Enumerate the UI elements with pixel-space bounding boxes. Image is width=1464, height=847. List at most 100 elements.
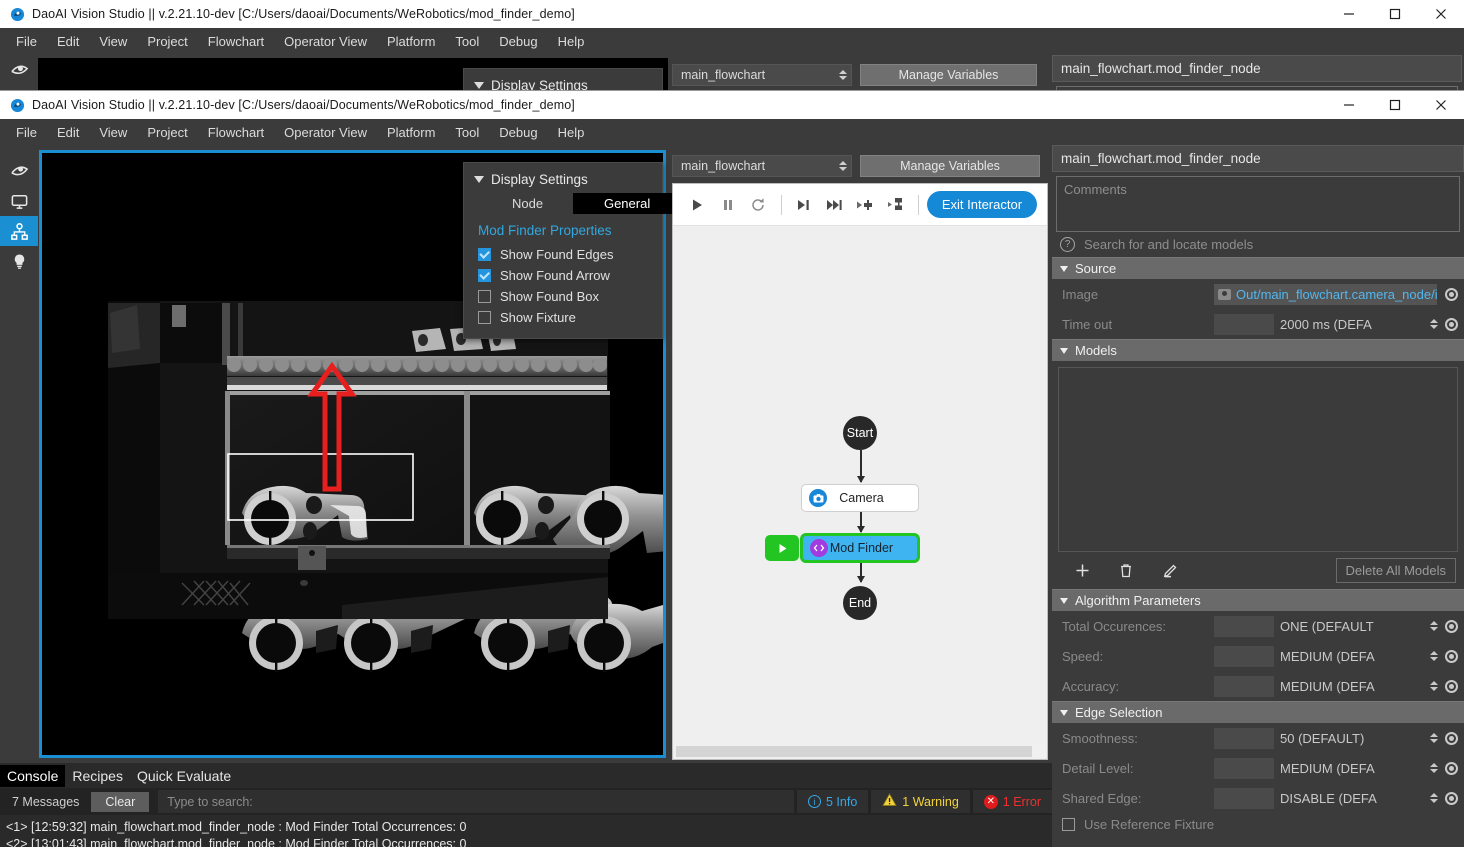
- flowchart-node-end[interactable]: End: [843, 586, 877, 620]
- sidebar-item-monitor[interactable]: [0, 186, 38, 216]
- menu-file[interactable]: File: [6, 30, 47, 53]
- models-list[interactable]: [1058, 367, 1458, 552]
- menu-help[interactable]: Help: [548, 30, 595, 53]
- sidebar-item-flowchart[interactable]: [0, 216, 38, 246]
- search-models-row[interactable]: ? Search for and locate models: [1052, 232, 1464, 257]
- close-icon[interactable]: [1418, 0, 1464, 28]
- link-toggle-icon[interactable]: [1445, 287, 1458, 301]
- menu-view[interactable]: View: [89, 121, 137, 144]
- smoothness-input[interactable]: [1214, 727, 1274, 749]
- sidebar-item-vision[interactable]: [0, 55, 38, 85]
- chevron-updown-icon[interactable]: [1423, 681, 1445, 691]
- detail-level-input[interactable]: [1214, 757, 1274, 779]
- section-models-header[interactable]: Models: [1052, 339, 1464, 361]
- add-model-icon[interactable]: [1072, 561, 1092, 581]
- flowchart-node-start[interactable]: Start: [843, 416, 877, 450]
- run-node-icon[interactable]: [881, 190, 910, 220]
- run-to-node-icon[interactable]: [851, 190, 880, 220]
- menu-operator-view[interactable]: Operator View: [274, 30, 377, 53]
- menu-flowchart[interactable]: Flowchart: [198, 121, 274, 144]
- background-manage-variables-button[interactable]: Manage Variables: [860, 63, 1037, 86]
- menu-edit[interactable]: Edit: [47, 121, 89, 144]
- delete-model-icon[interactable]: [1116, 561, 1136, 581]
- manage-variables-button[interactable]: Manage Variables: [860, 154, 1040, 177]
- total-occurences-input[interactable]: [1214, 615, 1274, 637]
- checkbox-icon[interactable]: [478, 311, 491, 324]
- tab-node[interactable]: Node: [498, 193, 557, 214]
- menu-operator-view[interactable]: Operator View: [274, 121, 377, 144]
- chevron-updown-icon[interactable]: [1423, 733, 1445, 743]
- menu-debug[interactable]: Debug: [489, 121, 547, 144]
- option-show-found-box[interactable]: Show Found Box: [464, 286, 662, 307]
- badge-warning[interactable]: 1 Warning: [871, 790, 970, 813]
- link-toggle-icon[interactable]: [1445, 649, 1458, 663]
- reload-icon[interactable]: [744, 190, 773, 220]
- menu-help[interactable]: Help: [548, 121, 595, 144]
- badge-info[interactable]: i 5 Info: [797, 790, 869, 813]
- chevron-updown-icon[interactable]: [1423, 651, 1445, 661]
- menu-edit[interactable]: Edit: [47, 30, 89, 53]
- menu-view[interactable]: View: [89, 30, 137, 53]
- help-icon[interactable]: ?: [1060, 237, 1075, 252]
- menu-project[interactable]: Project: [137, 121, 197, 144]
- tab-general[interactable]: General: [573, 193, 682, 214]
- minimize-icon[interactable]: [1326, 0, 1372, 28]
- checkbox-icon[interactable]: [478, 248, 491, 261]
- section-source-header[interactable]: Source: [1052, 257, 1464, 279]
- sidebar-item-vision[interactable]: [0, 156, 38, 186]
- menu-project[interactable]: Project: [137, 30, 197, 53]
- flowchart-node-camera[interactable]: Camera: [801, 484, 919, 512]
- flowchart-horizontal-scrollbar[interactable]: [674, 745, 1046, 758]
- minimize-icon[interactable]: [1326, 91, 1372, 119]
- edit-model-icon[interactable]: [1160, 561, 1180, 581]
- exit-interactor-button[interactable]: Exit Interactor: [926, 191, 1038, 218]
- menu-tool[interactable]: Tool: [445, 30, 489, 53]
- section-edge-selection-header[interactable]: Edge Selection: [1052, 701, 1464, 723]
- console-search-input[interactable]: Type to search:: [158, 790, 794, 813]
- flowchart-panel[interactable]: Exit Interactor Start Camera Mod Finder …: [672, 183, 1048, 760]
- tab-recipes[interactable]: Recipes: [65, 765, 130, 787]
- time-out-input[interactable]: [1214, 313, 1274, 335]
- section-algorithm-parameters-header[interactable]: Algorithm Parameters: [1052, 589, 1464, 611]
- link-toggle-icon[interactable]: [1445, 679, 1458, 693]
- badge-error[interactable]: ✕ 1 Error: [972, 790, 1052, 813]
- row-use-reference-fixture[interactable]: Use Reference Fixture: [1052, 813, 1464, 835]
- delete-all-models-button[interactable]: Delete All Models: [1335, 558, 1456, 583]
- option-show-found-arrow[interactable]: Show Found Arrow: [464, 265, 662, 286]
- menu-debug[interactable]: Debug: [489, 30, 547, 53]
- step-forward-icon[interactable]: [820, 190, 849, 220]
- tab-console[interactable]: Console: [0, 764, 66, 787]
- shared-edge-input[interactable]: [1214, 787, 1274, 809]
- link-toggle-icon[interactable]: [1445, 619, 1458, 633]
- clear-console-button[interactable]: Clear: [91, 791, 150, 812]
- chevron-updown-icon[interactable]: [1423, 763, 1445, 773]
- tab-quick-evaluate[interactable]: Quick Evaluate: [130, 765, 238, 787]
- link-toggle-icon[interactable]: [1445, 761, 1458, 775]
- menu-tool[interactable]: Tool: [445, 121, 489, 144]
- comments-field[interactable]: Comments: [1056, 176, 1460, 232]
- pause-icon[interactable]: [714, 190, 743, 220]
- menu-flowchart[interactable]: Flowchart: [198, 30, 274, 53]
- option-show-found-edges[interactable]: Show Found Edges: [464, 244, 662, 265]
- option-show-fixture[interactable]: Show Fixture: [464, 307, 662, 328]
- sidebar-item-lighting[interactable]: [0, 246, 38, 276]
- link-toggle-icon[interactable]: [1445, 731, 1458, 745]
- flowchart-node-mod-finder[interactable]: Mod Finder: [801, 534, 919, 562]
- play-icon[interactable]: [683, 190, 712, 220]
- maximize-icon[interactable]: [1372, 0, 1418, 28]
- run-node-chip[interactable]: [765, 535, 799, 561]
- checkbox-icon[interactable]: [478, 290, 491, 303]
- flowchart-canvas[interactable]: Start Camera Mod Finder End: [673, 226, 1047, 759]
- accuracy-input[interactable]: [1214, 675, 1274, 697]
- speed-input[interactable]: [1214, 645, 1274, 667]
- chevron-updown-icon[interactable]: [1423, 793, 1445, 803]
- link-toggle-icon[interactable]: [1445, 791, 1458, 805]
- flowchart-selector[interactable]: main_flowchart: [672, 154, 852, 177]
- console-log[interactable]: <1> [12:59:32] main_flowchart.mod_finder…: [0, 815, 1052, 847]
- menu-platform[interactable]: Platform: [377, 121, 445, 144]
- display-settings-header[interactable]: Display Settings: [464, 169, 662, 193]
- menu-file[interactable]: File: [6, 121, 47, 144]
- background-flowchart-selector[interactable]: main_flowchart: [672, 63, 852, 86]
- chevron-updown-icon[interactable]: [1423, 319, 1445, 329]
- step-into-icon[interactable]: [790, 190, 819, 220]
